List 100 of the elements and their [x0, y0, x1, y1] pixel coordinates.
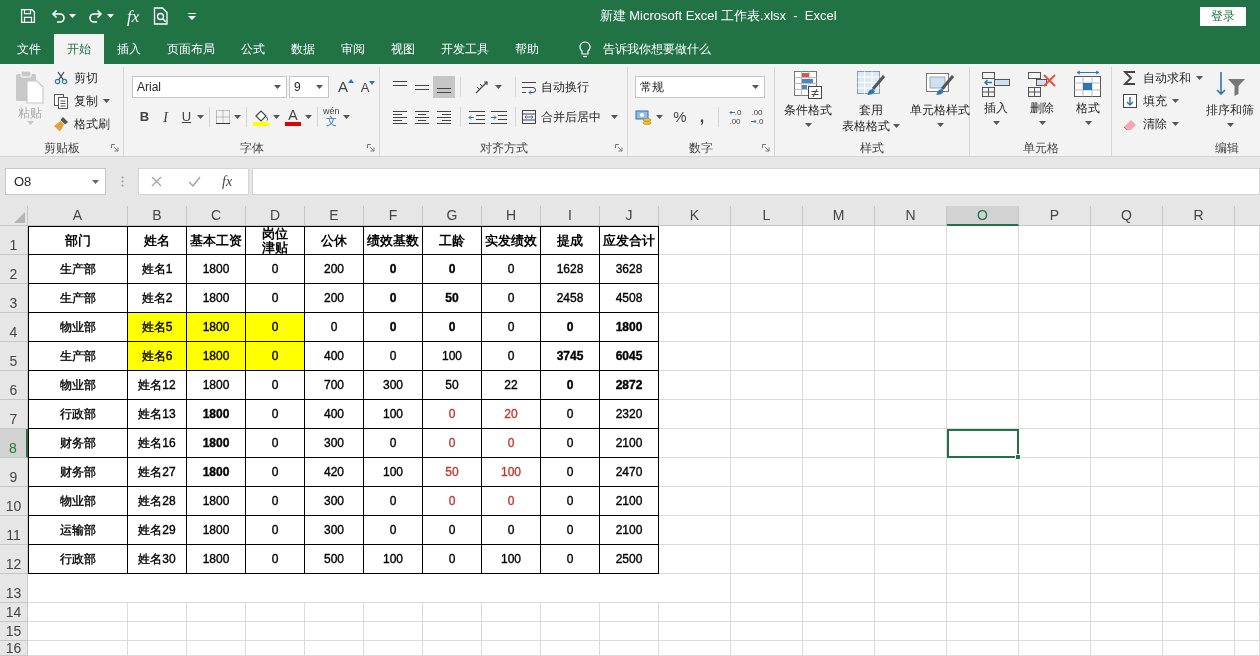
- grow-font-button[interactable]: A: [335, 76, 357, 98]
- fill-handle[interactable]: [1015, 454, 1021, 460]
- name-box[interactable]: O8: [5, 168, 106, 195]
- bold-button[interactable]: B: [134, 106, 155, 128]
- dialog-launcher-icon[interactable]: [111, 143, 119, 152]
- row-header[interactable]: 11: [0, 516, 28, 545]
- column-header[interactable]: E: [305, 206, 364, 226]
- column-header[interactable]: F: [364, 206, 423, 226]
- column-header[interactable]: H: [482, 206, 541, 226]
- row-header[interactable]: 4: [0, 313, 28, 342]
- ribbon-tab[interactable]: 公式: [228, 34, 278, 64]
- print-preview-icon[interactable]: [153, 7, 170, 25]
- column-header[interactable]: B: [128, 206, 187, 226]
- row-header[interactable]: 6: [0, 371, 28, 400]
- caret-icon: [804, 123, 812, 127]
- column-header[interactable]: C: [187, 206, 246, 226]
- font-size-combobox[interactable]: 9: [289, 76, 329, 98]
- ribbon-tab[interactable]: 帮助: [502, 34, 552, 64]
- row-header[interactable]: 5: [0, 342, 28, 371]
- dialog-launcher-icon[interactable]: [615, 143, 623, 152]
- number-format-combobox[interactable]: 常规: [635, 76, 765, 98]
- customize-toolbar-icon[interactable]: [188, 12, 197, 20]
- merge-center-button[interactable]: 合并后居中: [521, 106, 618, 128]
- format-painter-button[interactable]: 格式刷: [53, 113, 110, 135]
- format-as-table-button[interactable]: 套用 表格格式: [839, 67, 903, 134]
- sign-in-button[interactable]: 登录: [1200, 6, 1246, 26]
- row-header[interactable]: 3: [0, 284, 28, 313]
- row-header[interactable]: 7: [0, 400, 28, 429]
- phonetic-guide-button[interactable]: wén 文: [323, 106, 350, 128]
- increase-decimal-button[interactable]: .0 .00: [724, 106, 746, 128]
- caret-icon[interactable]: [107, 14, 114, 18]
- column-header[interactable]: A: [28, 206, 128, 226]
- italic-button[interactable]: I: [155, 106, 176, 128]
- format-cells-button[interactable]: 格式: [1070, 67, 1106, 130]
- row-header[interactable]: 2: [0, 255, 28, 284]
- cut-button[interactable]: 剪切: [53, 67, 110, 89]
- row-header[interactable]: 9: [0, 458, 28, 487]
- row-header[interactable]: 15: [0, 622, 28, 641]
- comma-button[interactable]: ,: [691, 106, 713, 128]
- shrink-font-button[interactable]: A: [357, 76, 379, 98]
- ribbon-tab[interactable]: 插入: [104, 34, 154, 64]
- caret-icon[interactable]: [69, 14, 76, 18]
- column-header[interactable]: O: [947, 206, 1019, 226]
- insert-cells-button[interactable]: 插入: [978, 67, 1014, 130]
- row-header[interactable]: 14: [0, 603, 28, 622]
- clear-button[interactable]: 清除: [1122, 113, 1203, 135]
- column-header[interactable]: D: [246, 206, 305, 226]
- insert-function-button[interactable]: fx: [222, 174, 233, 189]
- row-header[interactable]: 13: [0, 574, 28, 603]
- column-header[interactable]: R: [1163, 206, 1235, 226]
- column-header[interactable]: L: [731, 206, 803, 226]
- ribbon-tab[interactable]: 页面布局: [154, 34, 228, 64]
- empty-cell: [364, 641, 423, 656]
- row-header[interactable]: 1: [0, 226, 28, 255]
- ribbon-tab[interactable]: 审阅: [328, 34, 378, 64]
- tell-me-field[interactable]: 告诉我你想要做什么: [603, 40, 733, 58]
- ribbon-tab[interactable]: 视图: [378, 34, 428, 64]
- splitter-handle-icon[interactable]: [121, 176, 124, 187]
- ribbon-tab[interactable]: 开发工具: [428, 34, 502, 64]
- caret-icon: [656, 115, 663, 119]
- fill-button[interactable]: 填充: [1122, 90, 1203, 112]
- cell-styles-button[interactable]: 单元格样式: [907, 67, 973, 132]
- conditional-formatting-button[interactable]: 条件格式: [781, 67, 835, 132]
- row-header[interactable]: 8: [0, 429, 28, 458]
- column-header[interactable]: Q: [1091, 206, 1163, 226]
- column-header[interactable]: N: [875, 206, 947, 226]
- formula-field[interactable]: [252, 168, 1260, 195]
- row-header[interactable]: 12: [0, 545, 28, 574]
- column-header[interactable]: P: [1019, 206, 1091, 226]
- column-header[interactable]: G: [423, 206, 482, 226]
- ribbon-tab[interactable]: 数据: [278, 34, 328, 64]
- dialog-launcher-icon[interactable]: [367, 143, 375, 152]
- font-color-button[interactable]: A: [284, 106, 312, 128]
- column-header[interactable]: I: [541, 206, 600, 226]
- table-cell: 姓名12: [128, 371, 187, 400]
- sort-filter-button[interactable]: 排序和筛: [1203, 67, 1257, 132]
- insert-function-button[interactable]: fx: [127, 7, 140, 25]
- dialog-launcher-icon[interactable]: [762, 143, 770, 152]
- redo-icon[interactable]: [88, 9, 104, 23]
- delete-cells-button[interactable]: 删除: [1024, 67, 1060, 130]
- column-header[interactable]: J: [600, 206, 659, 226]
- wrap-text-button[interactable]: 自动换行: [521, 76, 589, 98]
- underline-button[interactable]: U: [176, 106, 197, 128]
- empty-cell: [1019, 603, 1091, 622]
- column-header[interactable]: K: [659, 206, 731, 226]
- percent-button[interactable]: %: [669, 106, 691, 128]
- bottom-align-button[interactable]: [433, 76, 455, 98]
- active-cell[interactable]: [947, 429, 1019, 458]
- row-header[interactable]: 10: [0, 487, 28, 516]
- ribbon-tab[interactable]: 文件: [4, 34, 54, 64]
- copy-button[interactable]: 复制: [53, 90, 110, 112]
- undo-icon[interactable]: [50, 9, 66, 23]
- ribbon-tab[interactable]: 开始: [54, 34, 104, 64]
- row-header[interactable]: 16: [0, 641, 28, 656]
- autosum-button[interactable]: 自动求和: [1122, 67, 1203, 89]
- save-icon[interactable]: [20, 8, 36, 24]
- empty-cell: [1235, 622, 1260, 641]
- decrease-decimal-button[interactable]: .00 .0: [746, 106, 768, 128]
- font-name-combobox[interactable]: Arial: [132, 76, 287, 98]
- column-header[interactable]: M: [803, 206, 875, 226]
